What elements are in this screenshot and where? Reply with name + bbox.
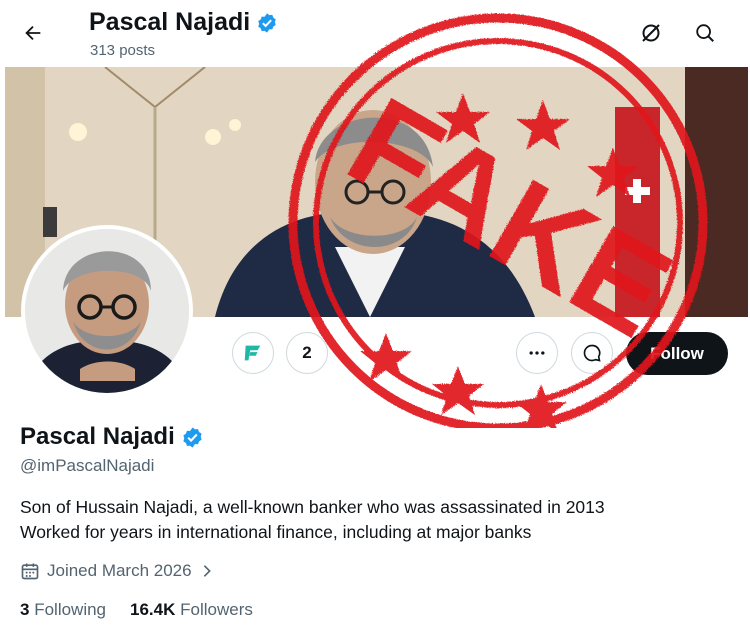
following-count: 3: [20, 600, 30, 619]
bio-line: Son of Hussain Najadi, a well-known bank…: [20, 497, 605, 517]
joined-date: Joined March 2026: [47, 561, 192, 580]
top-bar: Pascal Najadi 313 posts: [0, 0, 750, 67]
profile-bio: Son of Hussain Najadi, a well-known bank…: [20, 495, 605, 545]
subscribe-button[interactable]: [232, 332, 274, 374]
avatar[interactable]: [21, 225, 193, 397]
profile-name-text: Pascal Najadi: [20, 423, 175, 450]
grok-button[interactable]: [632, 14, 670, 52]
avatar-photo: [25, 229, 189, 393]
posts-count: 313 posts: [90, 42, 156, 59]
arrow-left-icon: [25, 25, 41, 41]
profile-handle: @imPascalNajadi: [20, 456, 155, 475]
back-button[interactable]: [14, 14, 52, 52]
more-icon: [529, 351, 545, 355]
following-label: Following: [34, 600, 107, 619]
verified-badge-icon: [183, 426, 202, 448]
follow-counts: 3 Following 16.4K Followers: [20, 600, 253, 620]
message-button[interactable]: [571, 332, 613, 374]
search-button[interactable]: [686, 14, 724, 52]
followers-count: 16.4K: [130, 600, 176, 619]
header-title: Pascal Najadi: [89, 8, 278, 37]
notification-label: 2: [302, 343, 312, 362]
follow-button[interactable]: Follow: [626, 332, 728, 375]
grok-icon: [642, 24, 660, 42]
more-button[interactable]: [516, 332, 558, 374]
profile-name: Pascal Najadi: [20, 423, 204, 451]
followers-label: Followers: [180, 600, 253, 619]
chevron-right-icon: [203, 565, 211, 577]
subscribe-icon: [244, 345, 261, 361]
bio-line: Worked for years in international financ…: [20, 522, 532, 542]
notification-button[interactable]: 2: [286, 332, 328, 374]
verified-badge-icon: [258, 12, 276, 33]
calendar-icon: [21, 563, 39, 580]
header-name: Pascal Najadi: [89, 8, 251, 36]
message-icon: [583, 344, 601, 362]
following-link[interactable]: 3 Following: [20, 600, 106, 620]
joined-info[interactable]: Joined March 2026: [20, 561, 215, 581]
search-icon: [696, 24, 714, 42]
followers-link[interactable]: 16.4K Followers: [130, 600, 253, 620]
